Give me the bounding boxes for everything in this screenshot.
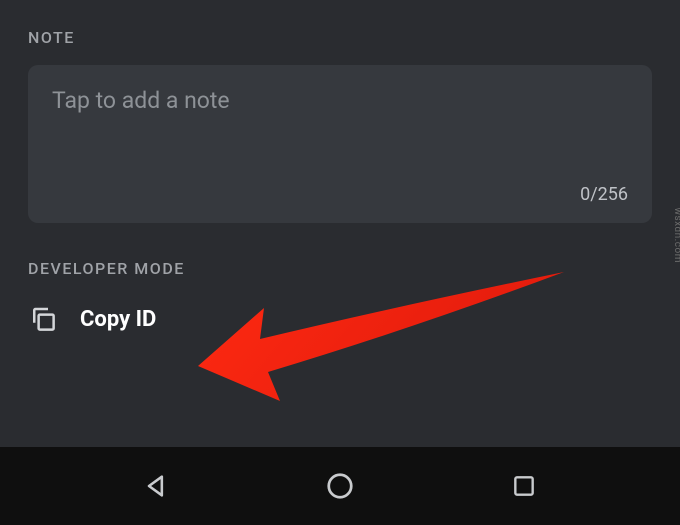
- note-placeholder: Tap to add a note: [52, 87, 628, 114]
- recents-square-icon: [511, 473, 537, 499]
- copy-id-button[interactable]: Copy ID: [28, 298, 652, 340]
- watermark: wsxdn.com: [673, 207, 680, 263]
- note-section-label: NOTE: [28, 28, 652, 47]
- copy-id-label: Copy ID: [80, 307, 156, 332]
- note-char-counter: 0/256: [580, 184, 628, 205]
- nav-recents-button[interactable]: [507, 469, 541, 503]
- back-triangle-icon: [142, 472, 170, 500]
- nav-back-button[interactable]: [139, 469, 173, 503]
- note-input[interactable]: Tap to add a note 0/256: [28, 65, 652, 223]
- copy-icon: [28, 304, 58, 334]
- developer-mode-section-label: DEVELOPER MODE: [28, 259, 652, 278]
- nav-home-button[interactable]: [323, 469, 357, 503]
- android-navbar: [0, 447, 680, 525]
- home-circle-icon: [325, 471, 355, 501]
